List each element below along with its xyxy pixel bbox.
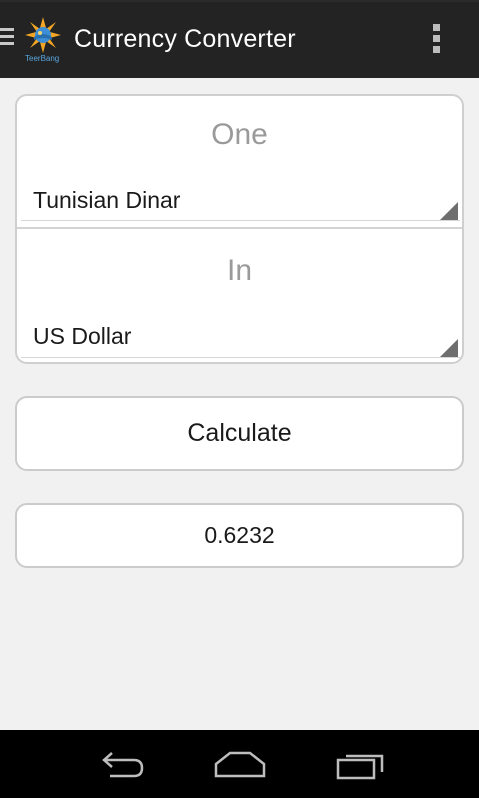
to-currency-underline	[21, 357, 460, 358]
app-screen: TeerBang Currency Converter One Tunisian…	[0, 0, 479, 798]
app-title: Currency Converter	[74, 25, 296, 53]
to-currency-value: US Dollar	[33, 323, 132, 349]
action-bar: TeerBang Currency Converter	[0, 0, 479, 78]
from-heading: One	[211, 118, 268, 151]
back-icon[interactable]	[90, 744, 150, 784]
section-divider	[17, 227, 462, 229]
spinner-arrow-icon	[440, 202, 458, 220]
spinner-arrow-icon	[440, 339, 458, 357]
from-currency-underline	[21, 220, 460, 221]
home-icon[interactable]	[210, 744, 270, 784]
result-display: 0.6232	[15, 503, 464, 568]
calculate-button[interactable]: Calculate	[15, 396, 464, 471]
navigation-bar	[0, 730, 479, 798]
drawer-icon[interactable]	[0, 28, 16, 52]
result-value: 0.6232	[204, 522, 275, 548]
to-heading: In	[226, 254, 253, 287]
recents-icon[interactable]	[330, 744, 390, 784]
logo-text: TeerBang	[25, 54, 60, 63]
app-logo-icon[interactable]: TeerBang	[20, 16, 66, 64]
overflow-menu-icon[interactable]	[428, 24, 444, 58]
from-currency-value: Tunisian Dinar	[33, 187, 181, 213]
currency-picker-card: One Tunisian Dinar In US Dollar	[15, 94, 464, 364]
